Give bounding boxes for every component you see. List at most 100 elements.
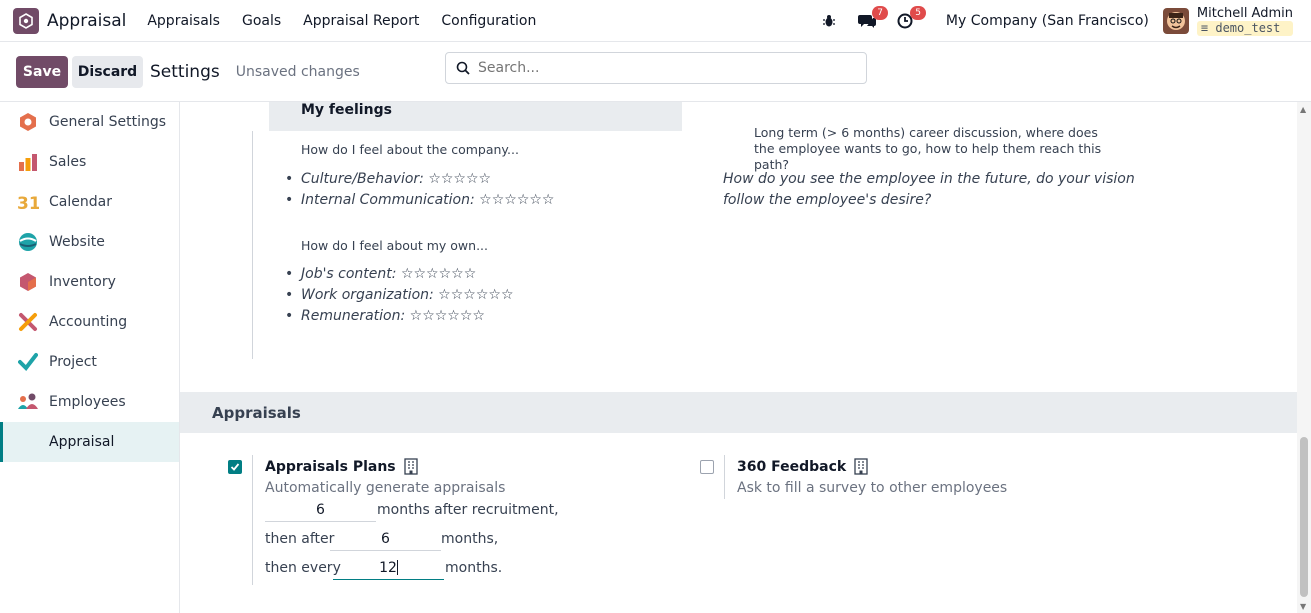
sidebar-item-appraisal[interactable]: Appraisal [0,422,179,462]
check-icon [230,463,240,471]
messages-badge: 7 [872,5,888,20]
scroll-down-icon[interactable]: ▼ [1300,602,1306,611]
messages-button[interactable]: 7 [852,5,888,36]
settings-content: My feelings How do I feel about the comp… [180,102,1297,613]
accounting-icon [17,311,39,333]
main-menu: Appraisals Goals Appraisal Report Config… [136,13,547,29]
sidebar-item-label: Project [49,354,97,370]
activities-button[interactable]: 5 [890,5,926,36]
sidebar-item-label: Website [49,234,105,250]
third-months-suffix: months. [445,560,503,576]
sidebar-item-employees[interactable]: Employees [0,382,179,422]
menu-configuration[interactable]: Configuration [430,13,547,29]
feedback-360-title: 360 Feedback [737,458,868,475]
company-question: How do I feel about the company... [301,142,519,157]
future-question: How do you see the employee in the futur… [723,171,1135,208]
sidebar-item-accounting[interactable]: Accounting [0,302,179,342]
list-item: Work organization: ☆☆☆☆☆☆ [285,287,513,303]
website-icon [17,231,39,253]
calendar-icon: 31 [17,191,39,213]
long-term-text: Long term (> 6 months) career discussion… [754,125,1102,172]
database-icon: ≡ [1200,20,1209,35]
employees-icon [17,391,39,413]
list-item: Internal Communication: ☆☆☆☆☆☆ [285,192,555,208]
sidebar-item-inventory[interactable]: Inventory [0,262,179,302]
third-months-prefix: then every [265,560,341,576]
appraisal-app-icon[interactable] [13,7,39,34]
user-menu[interactable]: Mitchell Admin ≡ demo_test [1196,5,1293,36]
appraisals-plans-title: Appraisals Plans [265,458,418,475]
second-months-prefix: then after [265,531,335,547]
second-months-input[interactable]: 6 [330,527,441,551]
list-item: Job's content: ☆☆☆☆☆☆ [285,266,476,282]
general-settings-icon [17,111,39,133]
feelings-heading-box: My feelings [269,102,682,131]
page-title: Settings [150,61,220,82]
database-name: demo_test [1215,20,1281,35]
app-name[interactable]: Appraisal [47,11,126,31]
sales-icon [17,151,39,173]
first-months-suffix: months after recruitment, [377,502,559,518]
menu-goals[interactable]: Goals [231,13,292,29]
svg-text:31: 31 [17,194,39,212]
appraisals-plans-description: Automatically generate appraisals [265,480,506,496]
sidebar-item-general-settings[interactable]: General Settings [0,102,179,142]
appraisals-plans-checkbox[interactable] [228,460,242,474]
sidebar-item-sales[interactable]: Sales [0,142,179,182]
first-months-input[interactable]: 6 [265,498,376,522]
save-button[interactable]: Save [16,55,68,88]
unsaved-status: Unsaved changes [235,63,360,80]
search-icon [456,61,470,75]
top-navbar: Appraisal Appraisals Goals Appraisal Rep… [0,0,1311,42]
sidebar-item-calendar[interactable]: 31 Calendar [0,182,179,222]
text-cursor [396,560,398,575]
database-badge: ≡ demo_test [1196,20,1293,36]
sidebar-item-label: Accounting [49,314,128,330]
second-months-suffix: months, [441,531,499,547]
own-question: How do I feel about my own... [301,238,488,253]
divider [252,131,253,359]
navbar-systray: 7 5 My Company (San Francisco) Mitchell … [814,0,1311,42]
sidebar-item-label: Inventory [49,274,116,290]
sidebar-item-label: Employees [49,394,126,410]
company-switcher[interactable]: My Company (San Francisco) [946,13,1149,29]
bug-icon [822,14,835,26]
divider [252,455,253,585]
menu-appraisals[interactable]: Appraisals [136,13,231,29]
scrollbar-thumb[interactable] [1300,437,1308,597]
appraisals-section-header: Appraisals [180,392,1297,433]
third-months-input[interactable]: 12 [333,556,444,580]
feelings-heading: My feelings [301,102,392,118]
debug-button[interactable] [814,6,844,36]
search-bar[interactable] [445,52,867,84]
activities-badge: 5 [910,5,926,20]
sidebar-item-label: Sales [49,154,87,170]
scroll-up-icon[interactable]: ▲ [1300,105,1306,114]
list-item: Culture/Behavior: ☆☆☆☆☆ [285,171,491,187]
appraisals-plans-label: Appraisals Plans [265,458,396,475]
sidebar-item-label: Appraisal [49,434,115,450]
list-item: Remuneration: ☆☆☆☆☆☆ [285,308,485,324]
sidebar-item-website[interactable]: Website [0,222,179,262]
sidebar-item-project[interactable]: Project [0,342,179,382]
third-months-value: 12 [379,559,397,576]
feedback-360-description: Ask to fill a survey to other employees [737,480,1008,496]
content-scrollbar[interactable]: ▲ ▼ [1297,102,1311,613]
divider [724,455,725,499]
user-name: Mitchell Admin [1196,5,1293,21]
feedback-360-checkbox[interactable] [700,460,714,474]
settings-sidebar: General Settings Sales 31 Calendar Websi… [0,102,180,613]
discard-button[interactable]: Discard [72,55,143,88]
user-avatar[interactable] [1162,7,1189,34]
project-icon [17,351,39,373]
control-panel: Save Discard Settings Unsaved changes [0,42,1311,102]
feedback-360-label: 360 Feedback [737,458,847,475]
building-icon [854,458,868,475]
sidebar-item-label: General Settings [49,114,167,130]
search-input[interactable] [478,60,848,76]
building-icon [403,458,418,475]
sidebar-item-label: Calendar [49,194,112,210]
inventory-icon [17,271,39,293]
menu-appraisal-report[interactable]: Appraisal Report [292,13,430,29]
section-title: Appraisals [212,404,301,422]
